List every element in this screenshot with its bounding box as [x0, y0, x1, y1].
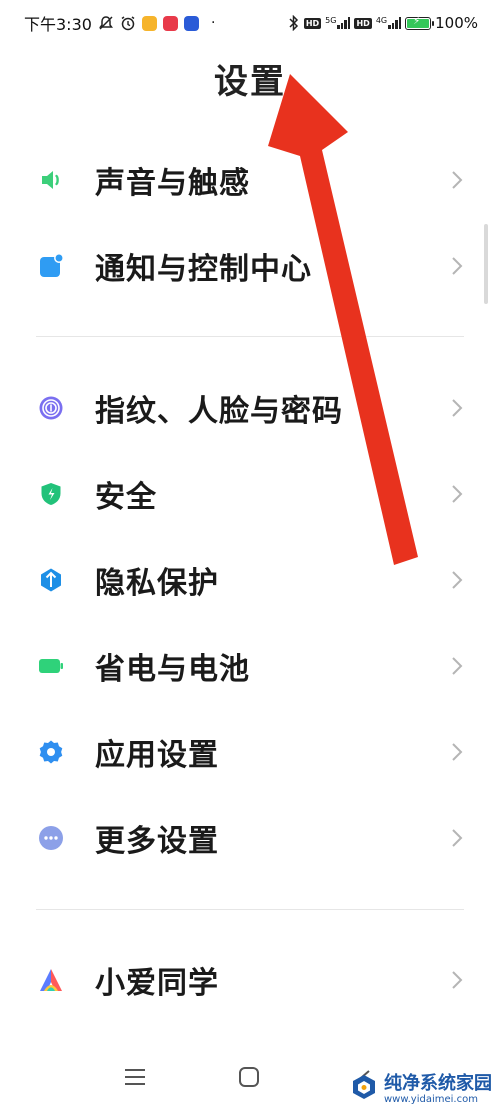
app-notification-icon-red	[162, 15, 178, 31]
watermark-sub-text: www.yidaimei.com	[384, 1093, 478, 1105]
settings-item-more[interactable]: 更多设置	[0, 795, 500, 881]
chevron-right-icon	[450, 569, 464, 591]
settings-item-label: 隐私保护	[95, 566, 219, 601]
alarm-icon	[120, 15, 136, 31]
fingerprint-icon	[38, 395, 64, 421]
watermark: 纯净系统家园 www.yidaimei.com	[350, 1073, 492, 1105]
signal-bars-icon	[337, 17, 351, 29]
chevron-right-icon	[450, 655, 464, 677]
status-right: HD 5G HD 4G ⚡ 100%	[288, 14, 478, 32]
settings-item-label: 省电与电池	[95, 652, 250, 687]
settings-item-notifications[interactable]: 通知与控制中心	[0, 223, 500, 309]
status-bar: 下午3:30 · HD 5G HD 4G ⚡ 100%	[0, 0, 500, 46]
settings-item-battery[interactable]: 省电与电池	[0, 623, 500, 709]
network-type-5g: 5G	[325, 16, 337, 25]
settings-item-label: 指纹、人脸与密码	[95, 394, 343, 429]
watermark-logo-icon	[350, 1073, 378, 1105]
chevron-right-icon	[450, 255, 464, 277]
signal-5g: 5G	[325, 16, 351, 29]
app-notification-icon-blue	[183, 15, 199, 31]
settings-item-app-settings[interactable]: 应用设置	[0, 709, 500, 795]
watermark-text: 纯净系统家园 www.yidaimei.com	[384, 1072, 492, 1105]
watermark-main-text: 纯净系统家园	[384, 1072, 492, 1094]
scrollbar[interactable]	[484, 224, 488, 304]
shield-icon	[38, 481, 64, 507]
notification-icon	[38, 253, 64, 279]
settings-item-biometrics[interactable]: 指纹、人脸与密码	[0, 365, 500, 451]
chevron-right-icon	[450, 969, 464, 991]
bluetooth-icon	[288, 15, 300, 31]
settings-item-label: 小爱同学	[95, 966, 219, 1001]
privacy-icon	[38, 567, 64, 593]
hd-badge-1: HD	[303, 17, 322, 29]
status-dot-icon: ·	[210, 15, 216, 31]
settings-item-label: 更多设置	[95, 824, 219, 859]
battery-icon: ⚡	[405, 15, 435, 30]
battery-percent: 100%	[435, 14, 478, 32]
chevron-right-icon	[450, 483, 464, 505]
settings-item-sound[interactable]: 声音与触感	[0, 137, 500, 223]
settings-item-label: 声音与触感	[95, 166, 250, 201]
settings-item-label: 通知与控制中心	[95, 252, 312, 287]
chevron-right-icon	[450, 827, 464, 849]
section-divider	[36, 336, 464, 337]
settings-item-xiaoai[interactable]: 小爱同学	[0, 937, 500, 1023]
chevron-right-icon	[450, 741, 464, 763]
more-dots-icon	[38, 825, 64, 851]
page-title: 设置	[214, 62, 286, 102]
app-settings-gear-icon	[38, 739, 64, 765]
hd-badge-2: HD	[354, 17, 372, 29]
section-divider	[36, 909, 464, 910]
charging-bolt-icon: ⚡	[413, 15, 421, 27]
status-time: 下午3:30	[24, 15, 92, 34]
home-icon[interactable]	[234, 1062, 264, 1092]
mute-notification-icon	[98, 15, 114, 31]
network-type-4g: 4G	[375, 16, 388, 25]
settings-item-label: 安全	[95, 480, 157, 515]
battery-icon	[38, 653, 64, 679]
app-notification-icon-yellow	[141, 15, 157, 31]
menu-icon[interactable]	[120, 1062, 150, 1092]
xiaoai-icon	[38, 967, 64, 993]
settings-item-label: 应用设置	[95, 738, 219, 773]
status-left: 下午3:30 ·	[24, 11, 215, 35]
signal-bars-icon	[388, 17, 402, 29]
signal-4g: 4G	[375, 16, 402, 29]
chevron-right-icon	[450, 397, 464, 419]
speaker-icon	[38, 167, 64, 193]
chevron-right-icon	[450, 169, 464, 191]
settings-item-privacy[interactable]: 隐私保护	[0, 537, 500, 623]
settings-item-security[interactable]: 安全	[0, 451, 500, 537]
